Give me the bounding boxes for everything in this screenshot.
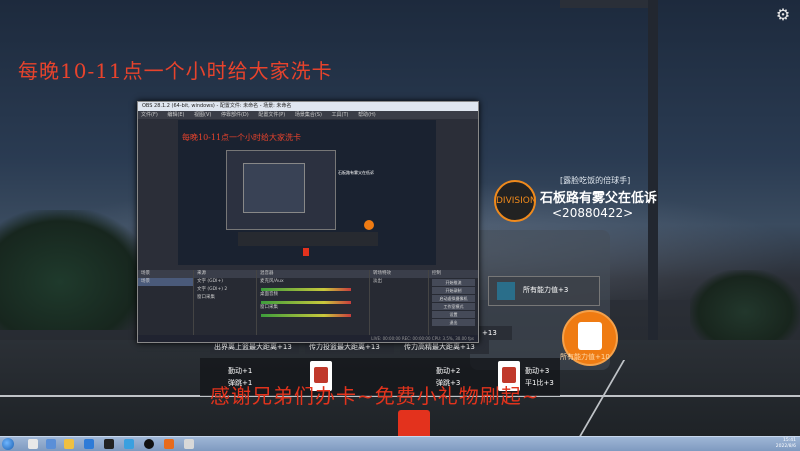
app-icon[interactable] [104,439,114,449]
obs-menu-bar: 文件(F) 编辑(E) 视图(V) 停靠部件(D) 配置文件(P) 场景集合(S… [138,111,478,119]
stat-row-label: 传力高精最大距离+13 [404,343,475,351]
obs-title-bar: OBS 28.1.2 (64-bit, windows) - 配置文件: 未命名… [138,102,478,111]
virtual-camera-button[interactable]: 启动虚拟摄像机 [432,295,475,302]
lamp-arm [560,0,655,8]
trees-left [0,210,150,330]
preview-ability-icon [364,220,374,230]
stat-card-label: 所有能力值+3 [523,286,569,294]
sources-dock: 来源 文字 (GDI+) 文字 (GDI+) 2 窗口采集 [194,270,257,342]
promo-text: 每晚10-11点一个小时给大家洗卡 [18,59,333,83]
scenes-dock: 场景 场景 [138,270,194,342]
exit-button[interactable]: 退出 [432,319,475,326]
card-face-icon [578,322,602,350]
preview-card-strip [238,232,378,246]
settings-button[interactable]: 设置 [432,311,475,318]
preview-nested-window-2 [243,163,305,213]
mini-text: 勤动+1 [228,367,253,375]
app-icon[interactable] [124,439,134,449]
start-streaming-button[interactable]: 开始推流 [432,279,475,286]
app-icon[interactable] [46,439,56,449]
player-tag: [露脸吃饭的倍球手] [560,176,631,185]
obs-preview[interactable]: 每晚10-11点一个小时给大家洗卡 石板路有雾父在低诉 [178,120,436,265]
mixer-track: 麦克风/Aux [260,279,284,284]
scene-item[interactable]: 场景 [138,278,193,286]
source-item[interactable]: 文字 (GDI+) [194,278,256,286]
menu-item[interactable]: 停靠部件(D) [221,112,249,118]
app-icon[interactable] [184,439,194,449]
source-item[interactable]: 窗口采集 [194,294,256,302]
lamp-pole [648,0,658,340]
start-recording-button[interactable]: 开始录制 [432,287,475,294]
dock-header: 来源 [194,270,256,278]
mini-text: 勤动+3 [525,367,550,375]
app-icon[interactable] [164,439,174,449]
app-icon[interactable] [28,439,38,449]
start-button[interactable] [2,438,14,450]
menu-item[interactable]: 配置文件(P) [258,112,285,118]
thanks-text: 感谢兄弟们办卡~免费小礼物刷起~ [210,384,540,408]
obs-status-bar: LIVE: 00:00:00 REC: 00:00:00 CPU: 3.5%, … [138,335,478,342]
gear-icon[interactable]: ⚙ [774,6,792,24]
mini-text: 勤动+2 [436,367,461,375]
studio-mode-button[interactable]: 工作室模式 [432,303,475,310]
preview-promo-text: 每晚10-11点一个小时给大家洗卡 [182,133,302,142]
stat-row-label: 传力投篮最大距离+13 [309,343,380,351]
stat-row-label: 出界离上篮最大距离+13 [214,343,292,351]
preview-nested-window [226,150,336,230]
controls-dock: 控制 开始推流 开始录制 启动虚拟摄像机 工作室模式 设置 退出 [429,270,478,342]
menu-item[interactable]: 工具(T) [332,112,349,118]
card-icon [497,282,515,300]
volume-meter[interactable] [261,314,351,317]
dock-header: 控制 [429,270,478,278]
menu-item[interactable]: 视图(V) [194,112,211,118]
trees-right [690,270,800,340]
mixer-track: 窗口采集 [260,305,278,310]
player-badge-icon: DIVISION [494,180,537,222]
ability-label: 所有能力值+10 [560,353,610,361]
stat-row-label: +13 [482,329,497,337]
player-id: <20880422> [552,206,634,220]
folder-icon[interactable] [64,439,74,449]
stat-row: +13 [478,326,512,340]
volume-meter[interactable] [261,301,351,304]
clock-date: 2022/8/6 [775,444,796,449]
player-name: 石板路有雾父在低诉 [540,191,658,206]
system-clock[interactable]: 15:41 2022/8/6 [776,438,796,450]
menu-item[interactable]: 帮助(H) [358,112,376,118]
transitions-dock: 转场特效 淡出 [370,270,429,342]
obs-docks: 场景 场景 来源 文字 (GDI+) 文字 (GDI+) 2 窗口采集 混音器 … [138,270,478,342]
player-info: DIVISION [露脸吃饭的倍球手] 石板路有雾父在低诉 <20880422> [494,175,658,225]
menu-item[interactable]: 文件(F) [141,112,158,118]
menu-item[interactable]: 编辑(E) [167,112,184,118]
dock-header: 混音器 [257,270,369,278]
dock-header: 转场特效 [370,270,428,278]
obs-icon[interactable] [144,439,154,449]
dock-header: 场景 [138,270,193,278]
obs-window[interactable]: OBS 28.1.2 (64-bit, windows) - 配置文件: 未命名… [137,101,479,343]
volume-meter[interactable] [261,288,351,291]
source-item[interactable]: 文字 (GDI+) 2 [194,286,256,294]
mixer-dock: 混音器 麦克风/Aux 桌面音频 窗口采集 [257,270,370,342]
menu-item[interactable]: 场景集合(S) [295,112,322,118]
preview-player-name: 石板路有雾父在低诉 [338,170,374,175]
preview-red-object [303,248,309,256]
stat-card[interactable]: 所有能力值+3 [488,276,600,306]
taskbar: 15:41 2022/8/6 [0,436,800,451]
mixer-track: 桌面音频 [260,292,278,297]
app-icon[interactable] [84,439,94,449]
transition-select[interactable]: 淡出 [370,278,428,286]
